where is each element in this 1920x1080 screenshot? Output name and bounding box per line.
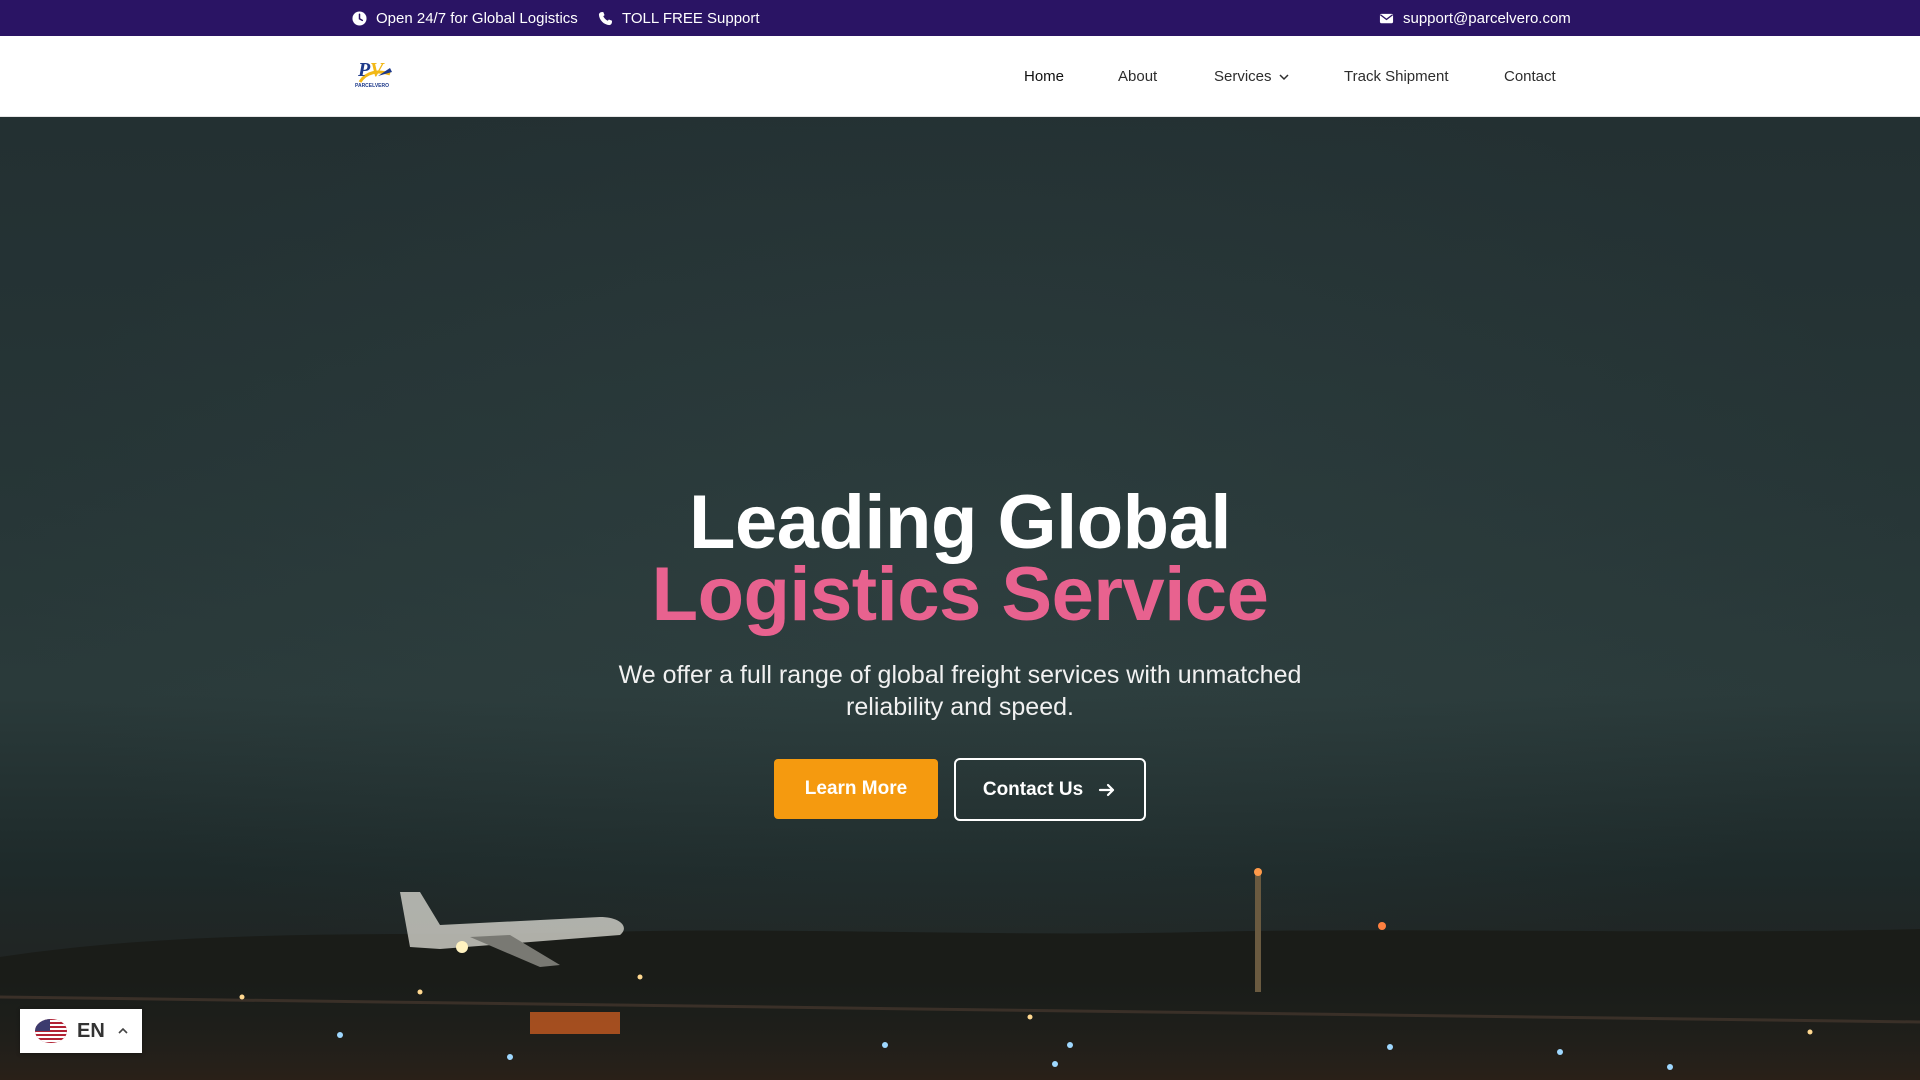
svg-text:P: P	[357, 59, 371, 81]
hero-section: Leading Global Logistics Service We offe…	[0, 117, 1920, 1080]
nav-contact[interactable]: Contact	[1504, 68, 1556, 85]
hours-text: Open 24/7 for Global Logistics	[376, 9, 578, 27]
contact-us-button[interactable]: Contact Us	[954, 758, 1146, 821]
hero-title-line1: Leading Global	[689, 480, 1231, 565]
svg-text:PARCELVERO: PARCELVERO	[355, 83, 389, 89]
clock-icon	[352, 10, 367, 26]
language-switcher[interactable]: EN	[20, 1009, 142, 1053]
learn-more-button[interactable]: Learn More	[774, 759, 938, 819]
arrow-right-icon	[1099, 783, 1115, 796]
language-code: EN	[77, 1019, 105, 1042]
hero-title: Leading Global Logistics Service	[0, 480, 1920, 637]
parcelvero-logo[interactable]: P V PARCELVERO	[352, 54, 398, 94]
envelope-icon	[1379, 13, 1394, 23]
svg-text:V: V	[370, 59, 385, 81]
email-info[interactable]: support@parcelvero.com	[1379, 0, 1571, 36]
chevron-down-icon	[1279, 73, 1289, 80]
email-text: support@parcelvero.com	[1403, 9, 1571, 27]
hero-subtitle: We offer a full range of global freight …	[618, 661, 1302, 721]
hero-title-line2: Logistics Service	[651, 552, 1269, 637]
us-flag-icon	[35, 1019, 67, 1043]
contact-us-label: Contact Us	[982, 778, 1084, 800]
site-header: P V PARCELVERO Home About Services Track…	[0, 36, 1920, 117]
nav-home[interactable]: Home	[1024, 68, 1064, 85]
phone-info[interactable]: TOLL FREE Support	[598, 0, 760, 36]
nav-services[interactable]: Services	[1214, 68, 1290, 85]
phone-icon	[598, 11, 613, 25]
nav-about[interactable]: About	[1118, 68, 1157, 85]
nav-track-shipment[interactable]: Track Shipment	[1344, 68, 1448, 85]
phone-text: TOLL FREE Support	[622, 9, 760, 27]
chevron-up-icon	[118, 1027, 128, 1034]
nav-services-label: Services	[1214, 68, 1272, 85]
top-bar: Open 24/7 for Global Logistics TOLL FREE…	[0, 0, 1920, 36]
hours-info: Open 24/7 for Global Logistics	[352, 0, 578, 36]
